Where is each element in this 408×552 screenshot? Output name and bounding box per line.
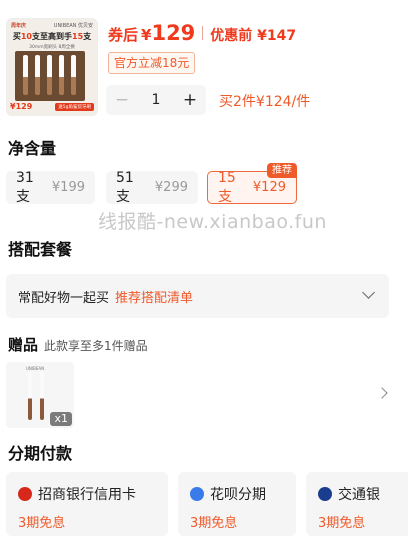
- net-content-title: 净含量: [8, 139, 57, 158]
- buy-two-price: 买2件¥124/件: [219, 94, 311, 110]
- option-label: 51支: [116, 169, 134, 205]
- option-label: 31支: [16, 169, 34, 205]
- installment-term: 3期免息: [18, 516, 66, 531]
- promo-pre: 买: [12, 32, 21, 41]
- installment-name: 花呗分期: [210, 487, 266, 503]
- thumbnail-subtitle: 30mm宽刷头 8周全换: [29, 45, 75, 50]
- option-51[interactable]: 51支 ¥299: [106, 169, 198, 205]
- product-thumbnail[interactable]: 周年庆 UNIBEAN 优贝安 买10支至高到手15支 30mm宽刷头 8周全换…: [6, 18, 98, 116]
- toothbrush-box-image: [15, 51, 85, 101]
- gift-title: 赠品: [8, 336, 39, 354]
- quantity-value[interactable]: 1: [138, 92, 174, 108]
- option-price: ¥129: [252, 180, 286, 195]
- product-header: 周年庆 UNIBEAN 优贝安 买10支至高到手15支 30mm宽刷头 8周全换…: [0, 0, 408, 122]
- thumbnail-promo: 买10支至高到手15支: [7, 31, 97, 42]
- installment-name: 招商银行信用卡: [38, 487, 136, 503]
- combo-row[interactable]: 常配好物一起买 推荐搭配清单: [6, 274, 389, 318]
- price-symbol: ¥: [141, 26, 152, 44]
- option-label: 15支: [218, 169, 236, 205]
- thumbnail-tag: 送5g角鲨烷牙刷: [55, 103, 94, 111]
- installment-card-cmb[interactable]: 招商银行信用卡 3期免息: [6, 472, 168, 536]
- toothbrush-image: [40, 372, 44, 420]
- huabei-icon: [190, 487, 204, 501]
- combo-title: 搭配套餐: [8, 240, 73, 259]
- toothbrush-image: [47, 55, 52, 95]
- price-divider: [202, 26, 204, 40]
- promo-num2: 15: [72, 32, 84, 41]
- increase-button[interactable]: +: [174, 85, 206, 115]
- recommend-badge: 推荐: [267, 163, 297, 178]
- coupon-badge: 官方立减18元: [108, 52, 196, 74]
- thumbnail-header: 周年庆 UNIBEAN 优贝安: [7, 19, 97, 31]
- gift-header: 赠品 此款享至多1件赠品: [8, 334, 148, 355]
- option-price: ¥199: [51, 180, 85, 195]
- promo-post: 支: [83, 32, 92, 41]
- decrease-button[interactable]: −: [106, 85, 138, 115]
- quantity-stepper: − 1 +: [106, 85, 206, 115]
- price-after-label: 券后: [108, 26, 139, 44]
- installment-name: 交通银: [338, 487, 380, 503]
- thumbnail-brand: UNIBEAN 优贝安: [53, 22, 93, 29]
- gift-brand: UNIBEAN: [26, 366, 45, 371]
- toothbrush-image: [23, 55, 28, 95]
- gift-item-image[interactable]: UNIBEAN x1: [6, 362, 74, 428]
- price-before: 优惠前 ¥147: [210, 28, 297, 44]
- toothbrush-image: [71, 55, 76, 95]
- installment-title: 分期付款: [8, 444, 73, 463]
- promo-mid: 支至高到手: [32, 32, 72, 41]
- option-15-selected[interactable]: 15支 ¥129 推荐: [207, 163, 297, 205]
- option-31[interactable]: 31支 ¥199: [6, 169, 95, 205]
- cmb-bank-icon: [18, 487, 32, 501]
- watermark: 线报酷-new.xianbao.fun: [98, 211, 327, 233]
- installment-term: 3期免息: [318, 516, 366, 531]
- thumbnail-price: ¥129: [10, 102, 33, 111]
- combo-link[interactable]: 推荐搭配清单: [115, 287, 193, 306]
- chevron-down-icon: [362, 286, 375, 299]
- installment-term: 3期免息: [190, 516, 238, 531]
- toothbrush-image: [28, 372, 32, 420]
- option-price: ¥299: [154, 180, 188, 195]
- price-line: 券后 ¥ 129 优惠前 ¥147: [108, 21, 296, 45]
- promo-num1: 10: [20, 32, 32, 41]
- chevron-right-icon[interactable]: [376, 387, 388, 399]
- bocom-bank-icon: [318, 487, 332, 501]
- toothbrush-image: [59, 55, 64, 95]
- combo-text: 常配好物一起买: [18, 290, 110, 306]
- price-after-value: 129: [151, 21, 196, 45]
- gift-subtitle: 此款享至多1件赠品: [44, 339, 148, 353]
- installment-card-bocom[interactable]: 交通银 3期免息: [306, 472, 408, 536]
- gift-count-badge: x1: [50, 412, 72, 426]
- thumbnail-event-label: 周年庆: [11, 22, 27, 29]
- toothbrush-image: [35, 55, 40, 95]
- installment-card-huabei[interactable]: 花呗分期 3期免息: [178, 472, 296, 536]
